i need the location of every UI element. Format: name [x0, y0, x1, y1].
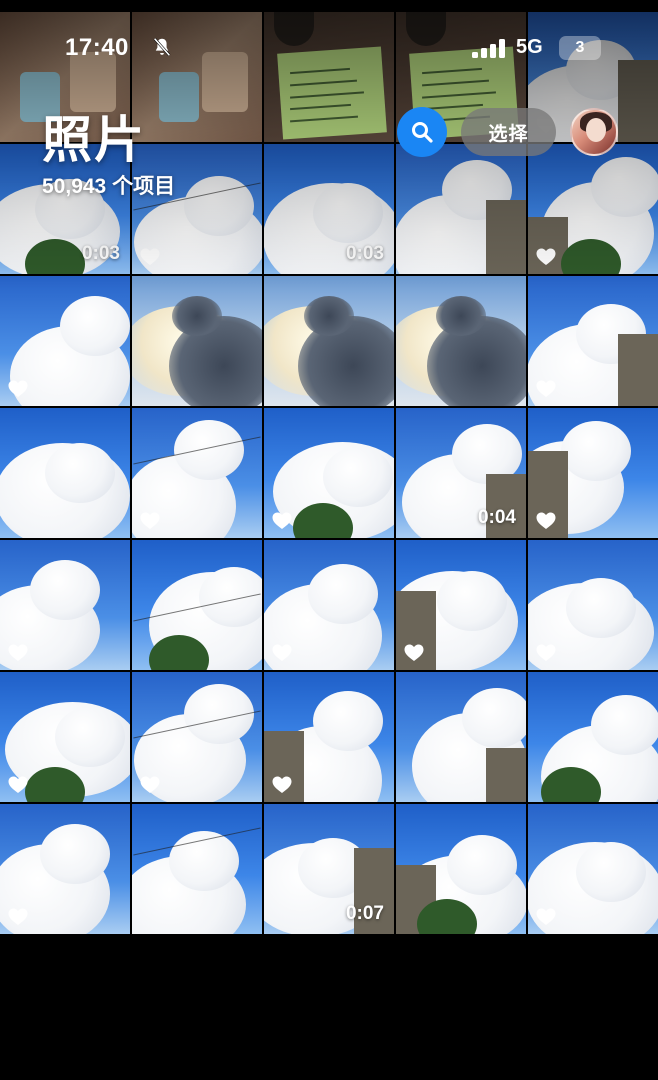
heart-icon — [272, 512, 292, 530]
photo-tile[interactable] — [528, 540, 658, 670]
photo-tile[interactable] — [264, 672, 394, 802]
photo-cloud — [40, 824, 110, 884]
photo-tile[interactable] — [132, 804, 262, 934]
search-button[interactable] — [397, 107, 447, 157]
heart-icon — [404, 644, 424, 662]
photo-tile[interactable] — [132, 144, 262, 274]
photo-cloud — [174, 420, 244, 480]
photo-building — [486, 748, 526, 802]
photo-tile[interactable] — [0, 804, 130, 934]
heart-icon — [272, 644, 292, 662]
photo-tile[interactable] — [264, 408, 394, 538]
select-button[interactable]: 选择 — [461, 108, 556, 156]
heart-icon — [8, 644, 28, 662]
photo-cloud — [447, 835, 517, 895]
photo-tile[interactable]: 0:03 — [264, 144, 394, 274]
photo-tile[interactable] — [264, 276, 394, 406]
photo-cloud — [45, 443, 115, 503]
photo-tile[interactable] — [528, 144, 658, 274]
photo-tile[interactable] — [528, 672, 658, 802]
photo-tile[interactable] — [396, 804, 526, 934]
photo-storm-cloud — [436, 296, 486, 336]
photo-tile[interactable] — [396, 540, 526, 670]
photo-tile[interactable] — [264, 540, 394, 670]
photo-cloud — [561, 421, 631, 481]
photo-tile[interactable] — [528, 408, 658, 538]
photo-tile[interactable] — [0, 408, 130, 538]
heart-icon — [536, 644, 556, 662]
photo-tile[interactable] — [396, 672, 526, 802]
photo-building — [618, 334, 658, 406]
heart-icon — [140, 776, 160, 794]
heart-icon — [536, 380, 556, 398]
video-duration: 0:04 — [477, 507, 516, 528]
photo-tile[interactable] — [132, 276, 262, 406]
photo-cloud — [591, 695, 658, 755]
heart-icon — [140, 512, 160, 530]
photo-tile[interactable] — [132, 408, 262, 538]
status-bar: 17:40 5G 3 — [0, 0, 658, 96]
photo-tile[interactable] — [396, 144, 526, 274]
photo-cloud — [437, 571, 507, 631]
video-duration: 0:07 — [345, 903, 384, 924]
photo-tile[interactable] — [0, 276, 130, 406]
photo-building — [486, 200, 526, 274]
status-time: 17:40 — [65, 34, 129, 61]
heart-icon — [140, 248, 160, 266]
heart-icon — [536, 248, 556, 266]
photo-tile[interactable] — [132, 672, 262, 802]
avatar[interactable] — [570, 108, 618, 156]
photo-cloud — [323, 447, 393, 507]
photo-cloud — [30, 560, 100, 620]
cellular-signal-icon — [472, 39, 505, 58]
photo-cloud — [462, 688, 526, 748]
photo-cloud — [55, 707, 125, 767]
photo-cloud — [308, 564, 378, 624]
photo-cloud — [313, 183, 383, 243]
photo-tile[interactable]: 0:04 — [396, 408, 526, 538]
photo-tile[interactable]: 0:07 — [264, 804, 394, 934]
photo-cloud — [591, 157, 658, 217]
photo-tile[interactable] — [528, 804, 658, 934]
video-duration: 0:03 — [345, 243, 384, 264]
photo-tile[interactable] — [528, 276, 658, 406]
photo-tile[interactable] — [0, 540, 130, 670]
photo-cloud — [566, 578, 636, 638]
network-type: 5G — [516, 36, 543, 58]
heart-icon — [272, 776, 292, 794]
heart-icon — [8, 776, 28, 794]
photo-storm-cloud — [172, 296, 222, 336]
battery-indicator: 3 — [559, 36, 601, 60]
heart-icon — [536, 908, 556, 926]
magnifying-glass-icon — [412, 122, 433, 143]
heart-icon — [8, 908, 28, 926]
photo-cloud — [199, 567, 262, 627]
photo-tile[interactable] — [0, 672, 130, 802]
photo-cloud — [60, 296, 130, 356]
photo-storm-cloud — [304, 296, 354, 336]
item-count: 50,943 个项目 — [42, 175, 176, 198]
photo-tile[interactable] — [396, 276, 526, 406]
page-title: 照片 — [42, 112, 146, 168]
photo-cloud — [576, 842, 646, 902]
avatar-face — [586, 118, 606, 142]
heart-icon — [8, 380, 28, 398]
photo-tile[interactable] — [132, 540, 262, 670]
bell-slash-icon — [153, 37, 171, 57]
video-duration: 0:03 — [81, 243, 120, 264]
heart-icon — [536, 512, 556, 530]
photo-cloud — [313, 691, 383, 751]
